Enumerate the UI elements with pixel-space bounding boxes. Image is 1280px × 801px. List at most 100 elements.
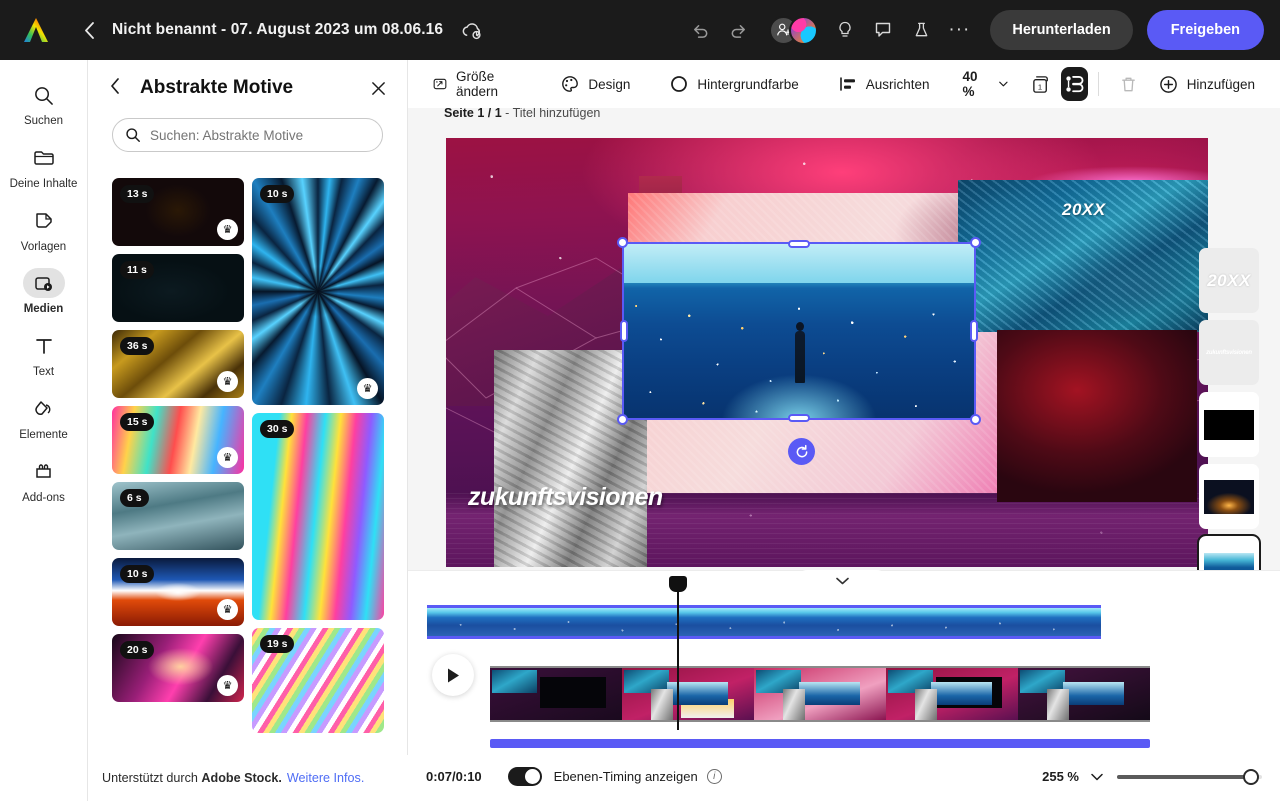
- media-duration: 19 s: [260, 634, 295, 653]
- rotate-button[interactable]: [788, 438, 815, 465]
- download-button[interactable]: Herunterladen: [990, 10, 1133, 50]
- timeline-progress-bar[interactable]: [490, 739, 1150, 748]
- chevron-left-icon: [84, 21, 94, 39]
- media-thumb[interactable]: 36 s ♛: [112, 330, 244, 398]
- resize-button[interactable]: Größe ändern: [422, 63, 532, 105]
- premium-crown-icon: ♛: [217, 371, 238, 392]
- media-thumb[interactable]: 20 s ♛: [112, 634, 244, 702]
- more-info-link[interactable]: Weitere Infos.: [287, 771, 364, 785]
- undo-button[interactable]: [683, 13, 717, 47]
- layer-text-zukunftsvisionen[interactable]: zukunftsvisionen: [1199, 320, 1259, 385]
- avatar[interactable]: [789, 15, 819, 45]
- more-horizontal-icon: ···: [948, 19, 971, 40]
- timeline-zoom-select[interactable]: 255 %: [1042, 769, 1103, 784]
- comment-button[interactable]: [866, 13, 900, 47]
- status-bar-right: 255 %: [1042, 768, 1262, 785]
- zoom-slider-handle[interactable]: [1243, 768, 1260, 785]
- layer-city-skyline[interactable]: [1197, 534, 1261, 570]
- media-thumb[interactable]: 13 s ♛: [112, 178, 244, 246]
- handle-middle-right[interactable]: [970, 320, 978, 342]
- header-actions: ··· Herunterladen Freigeben: [683, 10, 1280, 50]
- scene-frame: [622, 668, 754, 720]
- sidebar-item-suchen[interactable]: Suchen: [8, 76, 80, 135]
- handle-bottom-center[interactable]: [788, 414, 810, 422]
- scene-filmstrip-track[interactable]: [490, 666, 1150, 722]
- handle-top-left[interactable]: [617, 237, 628, 248]
- panel-back-button[interactable]: [110, 77, 130, 99]
- media-thumb[interactable]: 10 s ♛: [252, 178, 384, 405]
- timeline-tracks: [408, 593, 1280, 753]
- layer-night-city[interactable]: [1199, 464, 1259, 529]
- layer-label-20xx: 20XX: [1207, 270, 1251, 290]
- close-icon: [371, 81, 385, 95]
- background-color-button[interactable]: Hintergrundfarbe: [659, 69, 809, 99]
- page-label[interactable]: Seite 1 / 1 - Titel hinzufügen: [444, 108, 600, 120]
- sidebar-label-vorlagen: Vorlagen: [20, 240, 67, 253]
- adobe-express-logo-icon: [24, 18, 48, 42]
- search-input[interactable]: [150, 127, 370, 143]
- handle-middle-left[interactable]: [620, 320, 628, 342]
- handle-bottom-left[interactable]: [617, 414, 628, 425]
- more-options-button[interactable]: ···: [942, 13, 976, 47]
- canvas-text-20xx[interactable]: 20XX: [1062, 200, 1106, 220]
- align-button[interactable]: Ausrichten: [828, 69, 941, 99]
- audio-waveform-track[interactable]: [427, 605, 1101, 639]
- zoom-slider[interactable]: [1117, 768, 1262, 785]
- layers-toggle-button[interactable]: [1060, 67, 1088, 101]
- play-button[interactable]: [432, 654, 474, 696]
- add-button[interactable]: Hinzufügen: [1148, 69, 1266, 100]
- design-label: Design: [588, 76, 631, 92]
- page-count-button[interactable]: 1: [1028, 67, 1055, 101]
- cloud-sync-status[interactable]: [459, 17, 485, 43]
- media-duration: 15 s: [120, 413, 155, 431]
- design-button[interactable]: Design: [550, 69, 641, 99]
- sidebar-item-medien[interactable]: Medien: [8, 264, 80, 323]
- timeline-collapse-button[interactable]: [798, 570, 886, 592]
- app-header: Nicht benannt - 07. August 2023 um 08.06…: [0, 0, 1280, 60]
- media-panel: Abstrakte Motive 13 s ♛: [88, 60, 408, 801]
- back-button[interactable]: [72, 13, 106, 47]
- delete-button[interactable]: [1115, 67, 1142, 101]
- ideas-button[interactable]: [828, 13, 862, 47]
- media-thumb[interactable]: 10 s ♛: [112, 558, 244, 626]
- sidebar-item-text[interactable]: Text: [8, 327, 80, 386]
- media-thumb[interactable]: 19 s: [252, 627, 384, 733]
- flask-icon: [915, 22, 928, 37]
- info-icon[interactable]: i: [706, 769, 722, 784]
- canvas-stage: Seite 1 / 1 - Titel hinzufügen 20XX zuku…: [408, 108, 1280, 570]
- beta-features-button[interactable]: [904, 13, 938, 47]
- selection-bounding-box: [617, 237, 981, 425]
- handle-top-center[interactable]: [788, 240, 810, 248]
- media-thumb[interactable]: 30 s: [252, 412, 384, 620]
- layer-timing-toggle[interactable]: [507, 767, 542, 786]
- sidebar-item-deine-inhalte[interactable]: Deine Inhalte: [8, 139, 80, 198]
- media-thumb[interactable]: 6 s: [112, 482, 244, 550]
- sidebar-item-vorlagen[interactable]: Vorlagen: [8, 202, 80, 261]
- media-grid[interactable]: 13 s ♛ 11 s 36 s ♛ 15 s ♛ 6 s 10 s ♛ 20 …: [88, 178, 408, 733]
- panel-search[interactable]: [112, 118, 383, 152]
- play-icon: [448, 668, 459, 682]
- canvas-text-headline[interactable]: zukunftsvisionen: [468, 483, 698, 512]
- handle-top-right[interactable]: [970, 237, 981, 248]
- media-thumb[interactable]: 15 s ♛: [112, 406, 244, 474]
- panel-close-button[interactable]: [365, 75, 391, 101]
- logo-container[interactable]: [0, 16, 72, 44]
- design-canvas[interactable]: 20XX zukunftsvisionen: [446, 138, 1208, 567]
- undo-icon: [693, 24, 708, 38]
- handle-bottom-right[interactable]: [970, 414, 981, 425]
- search-icon: [126, 128, 140, 142]
- media-thumb[interactable]: 11 s: [112, 254, 244, 322]
- share-button[interactable]: Freigeben: [1146, 10, 1264, 50]
- sidebar-item-add-ons[interactable]: Add-ons: [8, 453, 80, 512]
- layer-text-20xx[interactable]: 20XX: [1199, 248, 1259, 313]
- canvas-zoom-select[interactable]: 40 %: [949, 63, 1016, 105]
- layer-black-rect[interactable]: [1199, 392, 1259, 457]
- document-title[interactable]: Nicht benannt - 07. August 2023 um 08.06…: [112, 21, 443, 39]
- playhead[interactable]: [669, 576, 687, 730]
- canvas-layer-dark-red[interactable]: [997, 330, 1197, 502]
- layer-thumb-city-skyline: [1204, 552, 1254, 570]
- redo-button[interactable]: [721, 13, 755, 47]
- sidebar-item-elemente[interactable]: Elemente: [8, 390, 80, 449]
- search-icon: [23, 80, 65, 110]
- chevron-down-icon: [1091, 773, 1103, 780]
